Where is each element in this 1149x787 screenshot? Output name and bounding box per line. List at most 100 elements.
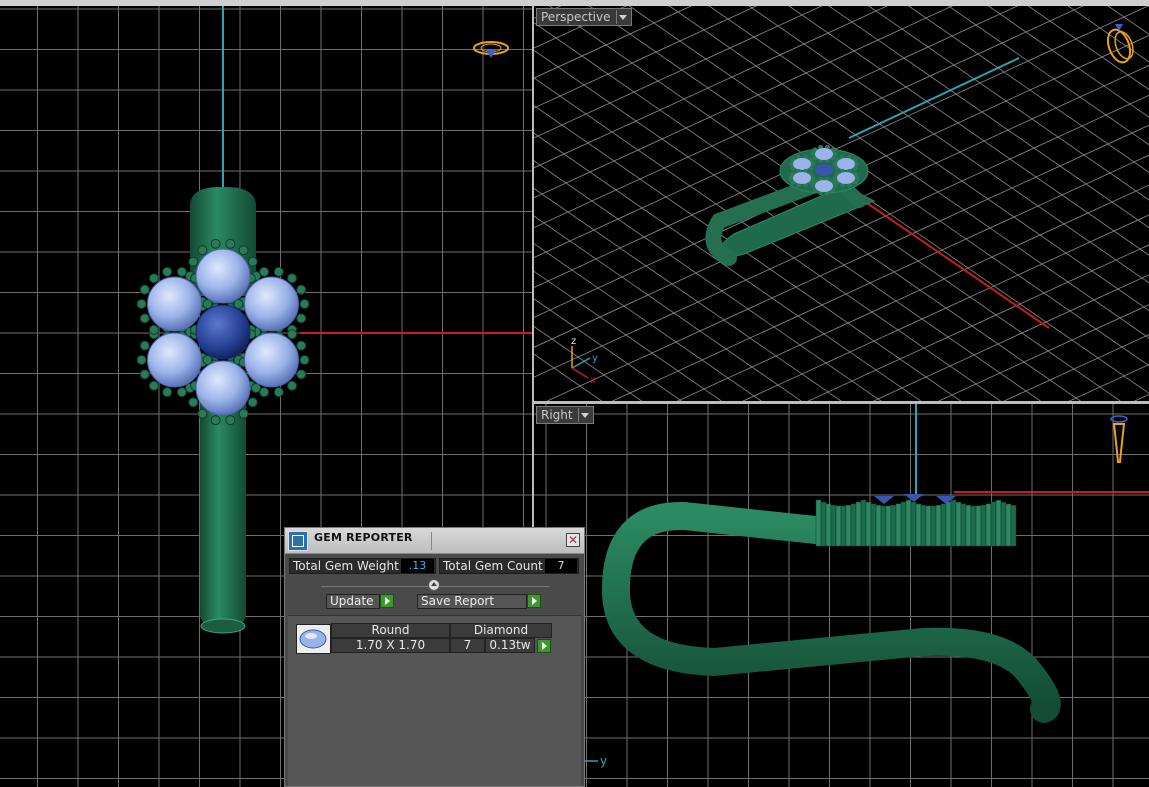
- prong-bead: [247, 397, 258, 408]
- prong-column: [865, 501, 872, 547]
- prong-bead: [139, 284, 150, 295]
- prong-bead: [148, 273, 159, 284]
- update-button[interactable]: Update: [326, 594, 380, 609]
- prong-column: [815, 499, 822, 547]
- prong-bead: [233, 299, 244, 309]
- prong-column: [895, 503, 902, 547]
- side-gem: [793, 158, 811, 170]
- prong-column: [885, 505, 892, 547]
- side-gem: [195, 360, 251, 416]
- ring-head: [815, 494, 1017, 547]
- prong-column: [955, 501, 962, 547]
- prong-bead: [296, 369, 307, 380]
- gem-size: 1.70 X 1.70: [331, 638, 450, 653]
- panel-title: GEM REPORTER: [314, 531, 413, 544]
- chevron-down-icon[interactable]: [615, 10, 627, 24]
- prong-bead: [176, 387, 187, 398]
- side-gem: [837, 172, 855, 184]
- prong-bead: [139, 369, 150, 380]
- prong-bead: [299, 355, 310, 365]
- prong-bead: [296, 340, 307, 351]
- save-report-go-icon[interactable]: [527, 594, 541, 608]
- prong-column: [920, 505, 927, 547]
- prong-column: [940, 503, 947, 547]
- gem-cut: Round: [331, 623, 450, 638]
- side-gem: [815, 148, 833, 160]
- prong-bead: [139, 313, 150, 324]
- right-view-menu[interactable]: Right: [536, 406, 594, 424]
- prong-bead: [197, 408, 208, 419]
- right-viewport[interactable]: y Right: [534, 404, 1149, 787]
- update-button-label: Update: [330, 594, 374, 608]
- perspective-scene: z y x: [534, 6, 1149, 401]
- grid-line: [534, 215, 802, 401]
- prong-column: [845, 504, 852, 547]
- axis-y-label: y: [600, 754, 607, 768]
- gem-material: Diamond: [450, 623, 552, 638]
- prong-column: [990, 501, 997, 547]
- prong-column: [880, 505, 887, 547]
- save-report-button[interactable]: Save Report: [417, 594, 527, 609]
- grid-line: [1027, 6, 1149, 91]
- prong-bead: [225, 415, 236, 426]
- prong-bead: [162, 266, 173, 277]
- prong-column: [870, 503, 877, 547]
- total-gem-weight-field: Total Gem Weight .13: [289, 558, 436, 574]
- prong-bead: [188, 256, 199, 267]
- prong-column: [925, 505, 932, 547]
- gem-crown: [874, 496, 894, 504]
- prong-column: [935, 504, 942, 547]
- grid-line: [987, 6, 1149, 118]
- close-icon[interactable]: ✕: [566, 533, 580, 547]
- prong-column: [905, 499, 912, 547]
- axis-x-label: x: [590, 375, 596, 386]
- prong-bead: [247, 256, 258, 267]
- prong-column: [1005, 503, 1012, 547]
- prong-bead: [202, 355, 213, 365]
- prong-column: [1000, 501, 1007, 547]
- axis-z-label: z: [571, 336, 576, 347]
- prong-column: [835, 505, 842, 547]
- prong-bead: [162, 387, 173, 398]
- prong-bead: [299, 299, 310, 309]
- prong-column: [820, 501, 827, 547]
- side-gem: [147, 276, 203, 332]
- prong-bead: [296, 313, 307, 324]
- view-cube-icon[interactable]: [1104, 24, 1137, 65]
- grid-line: [611, 154, 1149, 401]
- side-gem: [195, 248, 251, 304]
- prong-column: [850, 503, 857, 547]
- gem-count: 7: [450, 638, 485, 653]
- perspective-view-menu[interactable]: Perspective: [536, 8, 632, 26]
- right-view-scene: y: [534, 404, 1149, 787]
- grid-line: [947, 6, 1149, 146]
- perspective-viewport[interactable]: z y x Perspective: [534, 6, 1149, 401]
- gem-weight: 0.13tw: [485, 638, 535, 653]
- side-gem: [243, 276, 299, 332]
- side-gem: [793, 172, 811, 184]
- prong-column: [965, 505, 972, 547]
- prong-column: [860, 499, 867, 547]
- prong-bead: [202, 299, 213, 309]
- round-gem-icon: [296, 624, 331, 654]
- prong-bead: [251, 383, 261, 393]
- prong-column: [855, 501, 862, 547]
- x-axis-line: [863, 200, 1050, 329]
- prong-column: [875, 504, 882, 547]
- side-gem: [147, 332, 203, 388]
- side-gem: [837, 158, 855, 170]
- chevron-down-icon[interactable]: [577, 408, 589, 422]
- gem-reporter-titlebar[interactable]: GEM REPORTER ✕: [285, 528, 584, 554]
- update-go-icon[interactable]: [380, 594, 394, 608]
- gem-reporter-panel[interactable]: GEM REPORTER ✕ Total Gem Weight .13 Tota…: [284, 527, 585, 787]
- prong-bead: [176, 266, 187, 277]
- prong-column: [840, 505, 847, 547]
- center-gem: [815, 164, 833, 176]
- prong-bead: [296, 284, 307, 295]
- prong-bead: [210, 238, 221, 249]
- gem-row-go-icon[interactable]: [537, 639, 551, 653]
- prong-column: [960, 503, 967, 547]
- prong-column: [910, 501, 917, 547]
- collapse-toggle-icon[interactable]: [428, 579, 440, 591]
- grid-line: [742, 214, 1149, 401]
